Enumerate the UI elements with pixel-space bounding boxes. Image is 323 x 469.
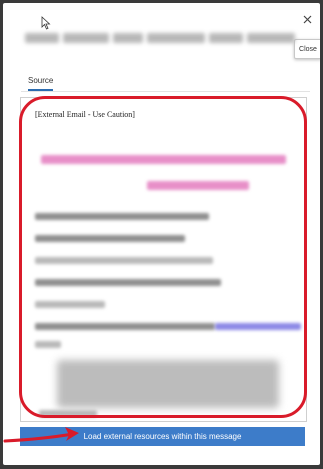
close-icon[interactable]	[300, 12, 314, 26]
mouse-cursor-icon	[41, 16, 51, 30]
email-source-dialog: Close Source [External Email - Use Cauti…	[3, 3, 320, 465]
close-tooltip: Close	[294, 39, 320, 59]
message-source-pane[interactable]: [External Email - Use Caution]	[20, 97, 307, 422]
tab-source[interactable]: Source	[28, 76, 54, 91]
redacted-image	[57, 360, 279, 408]
tab-divider	[21, 91, 310, 92]
external-email-tag: [External Email - Use Caution]	[35, 110, 135, 119]
load-external-resources-button[interactable]: Load external resources within this mess…	[20, 427, 305, 446]
